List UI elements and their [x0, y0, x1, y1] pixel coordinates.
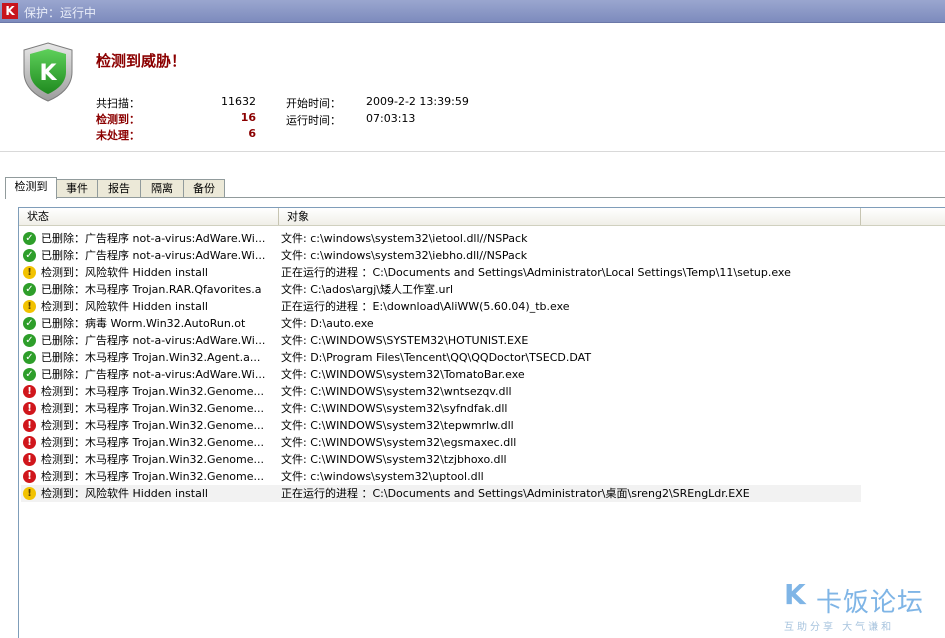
check-circle-icon: ✓ — [23, 334, 36, 347]
run-time-label: 运行时间： — [286, 114, 341, 127]
row-object: 文件: C:\WINDOWS\system32\TomatoBar.exe — [281, 368, 525, 381]
row-object: 文件: C:\WINDOWS\system32\wntsezqv.dll — [281, 385, 512, 398]
table-row[interactable]: ✓ 已删除：木马程序 Trojan.RAR.Qfavorites.a 文件: C:\… — [21, 281, 861, 298]
alert-title: 检测到威胁！ — [96, 52, 187, 70]
row-status: 已删除：广告程序 not-a-virus:AdWare.Wi... — [41, 368, 266, 381]
table-row[interactable]: ✓ 已删除：广告程序 not-a-virus:AdWare.Wi... 文件: C:… — [21, 366, 861, 383]
row-status: 检测到：风险软件 Hidden install — [41, 487, 208, 500]
error-icon: ! — [23, 385, 36, 398]
row-object: 文件: C:\WINDOWS\system32\tepwmrlw.dll — [281, 419, 514, 432]
unhandled-label: 未处理： — [96, 129, 140, 142]
detected-value: 16 — [240, 111, 256, 124]
detected-label: 检测到： — [96, 113, 140, 126]
scanned-value: 11632 — [221, 95, 256, 108]
table-row[interactable]: ! 检测到：风险软件 Hidden install 正在运行的进程 ：C:\Docu… — [21, 485, 861, 502]
table-row[interactable]: ✓ 已删除：广告程序 not-a-virus:AdWare.Wi... 文件: c:… — [21, 247, 861, 264]
check-circle-icon: ✓ — [23, 232, 36, 245]
table-row[interactable]: ✓ 已删除：木马程序 Trojan.Win32.Agent.a... 文件: D:\… — [21, 349, 861, 366]
table-row[interactable]: ! 检测到：风险软件 Hidden install 正在运行的进程 ：C:\Docu… — [21, 264, 861, 281]
header-divider — [0, 151, 945, 152]
check-circle-icon: ✓ — [23, 317, 36, 330]
table-row[interactable]: ! 检测到：木马程序 Trojan.Win32.Genome... 文件: C:\W… — [21, 400, 861, 417]
title-bar[interactable]: K 保护：运行中 — [0, 0, 945, 23]
table-row[interactable]: ! 检测到：木马程序 Trojan.Win32.Genome... 文件: C:\W… — [21, 383, 861, 400]
kaspersky-logo-icon: K — [2, 3, 18, 19]
row-object: 文件: D:\Program Files\Tencent\QQ\QQDoctor… — [281, 351, 592, 364]
table-row[interactable]: ! 检测到：木马程序 Trojan.Win32.Genome... 文件: C:\W… — [21, 434, 861, 451]
start-time-label: 开始时间： — [286, 97, 341, 110]
row-status: 已删除：木马程序 Trojan.Win32.Agent.a... — [41, 351, 261, 364]
row-object: 文件: C:\WINDOWS\system32\syfndfak.dll — [281, 402, 508, 415]
column-header-object[interactable]: 对象 — [279, 208, 861, 225]
table-row[interactable]: ✓ 已删除：广告程序 not-a-virus:AdWare.Wi... 文件: C:… — [21, 332, 861, 349]
scanned-label: 共扫描： — [96, 97, 140, 110]
warning-icon: ! — [23, 487, 36, 500]
row-object: 文件: D:\auto.exe — [281, 317, 374, 330]
tab-quarantine[interactable]: 隔离 — [140, 179, 184, 198]
table-row[interactable]: ! 检测到：木马程序 Trojan.Win32.Genome... 文件: C:\W… — [21, 417, 861, 434]
row-object: 正在运行的进程 ：E:\download\AliWW(5.60.04)_tb.e… — [281, 300, 570, 313]
shield-icon: K — [23, 42, 73, 102]
row-object: 文件: c:\windows\system32\ietool.dll//NSPa… — [281, 232, 528, 245]
row-status: 检测到：木马程序 Trojan.Win32.Genome... — [41, 436, 264, 449]
row-status: 检测到：木马程序 Trojan.Win32.Genome... — [41, 419, 264, 432]
warning-icon: ! — [23, 266, 36, 279]
row-status: 检测到：木马程序 Trojan.Win32.Genome... — [41, 402, 264, 415]
row-object: 文件: C:\WINDOWS\SYSTEM32\HOTUNIST.EXE — [281, 334, 529, 347]
check-circle-icon: ✓ — [23, 249, 36, 262]
table-row[interactable]: ! 检测到：木马程序 Trojan.Win32.Genome... 文件: C:\W… — [21, 451, 861, 468]
tab-detected[interactable]: 检测到 — [5, 177, 57, 199]
tab-events[interactable]: 事件 — [56, 179, 98, 198]
table-row[interactable]: ✓ 已删除：广告程序 not-a-virus:AdWare.Wi... 文件: c:… — [21, 230, 861, 247]
column-header-filler — [861, 208, 945, 225]
tab-divider — [5, 197, 945, 198]
check-circle-icon: ✓ — [23, 351, 36, 364]
error-icon: ! — [23, 402, 36, 415]
table-row[interactable]: ✓ 已删除：病毒 Worm.Win32.AutoRun.ot 文件: D:\auto… — [21, 315, 861, 332]
tab-backup[interactable]: 备份 — [183, 179, 225, 198]
row-object: 文件: C:\ados\argj\矮人工作室.url — [281, 283, 454, 296]
row-status: 检测到：风险软件 Hidden install — [41, 300, 208, 313]
error-icon: ! — [23, 470, 36, 483]
list-header: 状态 对象 — [19, 208, 945, 226]
row-status: 已删除：广告程序 not-a-virus:AdWare.Wi... — [41, 232, 266, 245]
row-status: 已删除：广告程序 not-a-virus:AdWare.Wi... — [41, 249, 266, 262]
row-status: 检测到：木马程序 Trojan.Win32.Genome... — [41, 470, 264, 483]
check-circle-icon: ✓ — [23, 283, 36, 296]
run-time-value: 07:03:13 — [366, 112, 416, 125]
error-icon: ! — [23, 419, 36, 432]
watermark-text: 卡饭论坛 — [816, 588, 925, 618]
row-object: 文件: c:\windows\system32\uptool.dll — [281, 470, 484, 483]
tab-reports[interactable]: 报告 — [97, 179, 141, 198]
row-status: 已删除：广告程序 not-a-virus:AdWare.Wi... — [41, 334, 266, 347]
detection-list[interactable]: 状态 对象 ✓ 已删除：广告程序 not-a-virus:AdWare.Wi...… — [18, 207, 945, 638]
check-circle-icon: ✓ — [23, 368, 36, 381]
row-status: 检测到：木马程序 Trojan.Win32.Genome... — [41, 385, 264, 398]
start-time-value: 2009-2-2 13:39:59 — [366, 95, 469, 108]
error-icon: ! — [23, 453, 36, 466]
row-object: 正在运行的进程 ：C:\Documents and Settings\Admin… — [281, 487, 750, 500]
row-status: 检测到：木马程序 Trojan.Win32.Genome... — [41, 453, 264, 466]
row-object: 文件: C:\WINDOWS\system32\egsmaxec.dll — [281, 436, 517, 449]
watermark-logo-icon: K — [784, 578, 806, 611]
table-row[interactable]: ! 检测到：木马程序 Trojan.Win32.Genome... 文件: c:\w… — [21, 468, 861, 485]
error-icon: ! — [23, 436, 36, 449]
column-header-status[interactable]: 状态 — [19, 208, 279, 225]
row-status: 已删除：病毒 Worm.Win32.AutoRun.ot — [41, 317, 246, 330]
window-title: 保护：运行中 — [24, 6, 97, 20]
row-object: 文件: C:\WINDOWS\system32\tzjbhoxo.dll — [281, 453, 507, 466]
table-row[interactable]: ! 检测到：风险软件 Hidden install 正在运行的进程 ：E:\down… — [21, 298, 861, 315]
shield-letter: K — [39, 61, 57, 86]
row-object: 正在运行的进程 ：C:\Documents and Settings\Admin… — [281, 266, 791, 279]
warning-icon: ! — [23, 300, 36, 313]
row-object: 文件: c:\windows\system32\iebho.dll//NSPac… — [281, 249, 528, 262]
row-status: 检测到：风险软件 Hidden install — [41, 266, 208, 279]
unhandled-value: 6 — [248, 127, 256, 140]
row-status: 已删除：木马程序 Trojan.RAR.Qfavorites.a — [41, 283, 262, 296]
watermark-slogan: 互助分享 大气谦和 — [784, 622, 895, 633]
